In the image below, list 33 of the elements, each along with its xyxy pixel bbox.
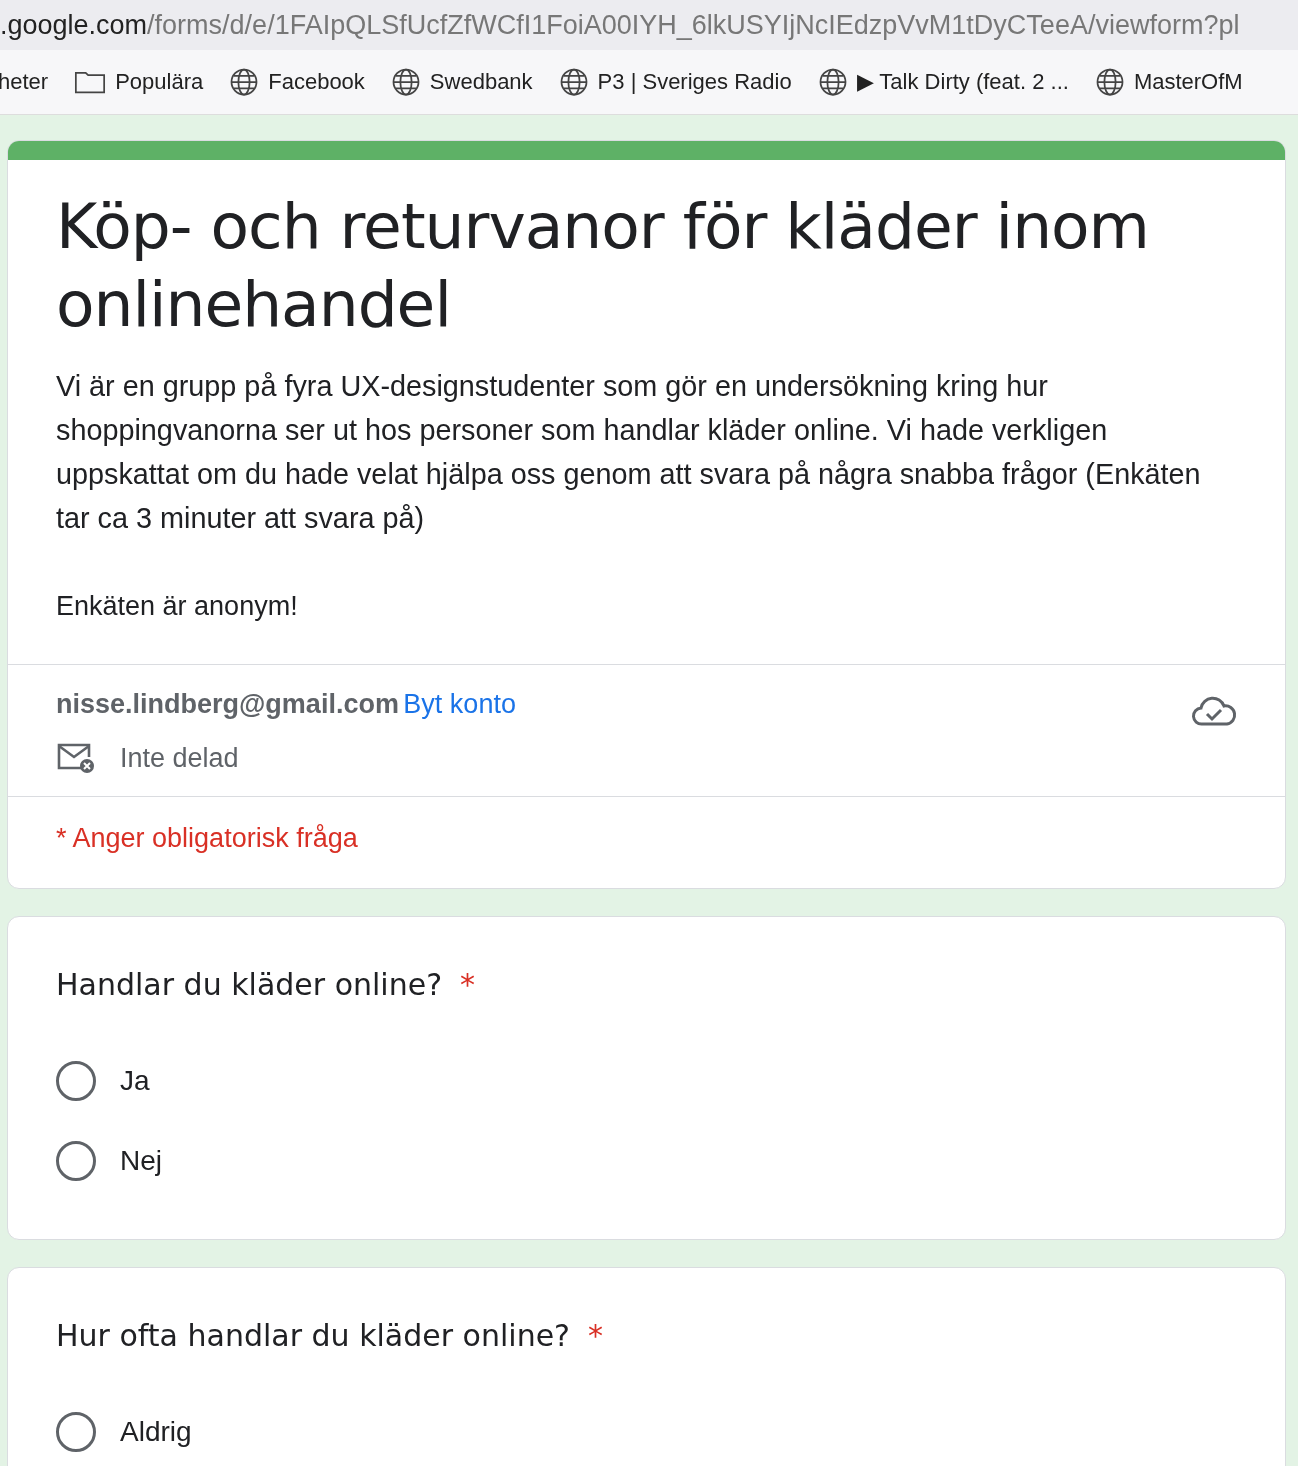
question-title: Handlar du kläder online? xyxy=(56,966,443,1004)
radio-button[interactable] xyxy=(56,1141,96,1181)
globe-icon xyxy=(558,67,589,97)
cloud-check-icon xyxy=(1191,695,1237,727)
mail-blocked-icon xyxy=(56,742,96,774)
folder-icon xyxy=(74,69,107,95)
bookmark-link[interactable]: Swedbank xyxy=(429,69,533,95)
option-label: Nej xyxy=(120,1145,162,1177)
bookmark-link[interactable]: MasterOfM xyxy=(1133,69,1243,95)
sharing-status: Inte delad xyxy=(120,742,239,774)
option-label: Aldrig xyxy=(120,1416,192,1448)
form-description: Vi är en grupp på fyra UX-designstudenter som gör en undersökning kring hur shoppingvanorna ser ut hos personer som handlar kläder online. Vi hade verkligen uppskattat om du hade velat hjälpa oss genom att svara på några snabba frågor (Enkäten tar ca 3 minuter att svara på) xyxy=(56,369,1202,536)
globe-icon xyxy=(1094,67,1125,97)
globe-icon xyxy=(817,67,848,97)
bookmark-link[interactable]: heter xyxy=(0,69,49,95)
switch-account-link[interactable]: Byt konto xyxy=(403,689,516,719)
globe-icon xyxy=(390,67,421,97)
radio-button[interactable] xyxy=(56,1412,96,1452)
required-asterisk: * xyxy=(588,1317,604,1355)
globe-icon xyxy=(229,67,260,97)
form-title: Köp- och returvanor för kläder inom onlinehandel xyxy=(55,189,1150,343)
anonymity-note: Enkäten är anonym! xyxy=(56,590,299,623)
question-title: Hur ofta handlar du kläder online? xyxy=(56,1317,571,1355)
bookmark-link[interactable]: P3 | Sveriges Radio xyxy=(597,69,792,95)
option-label: Ja xyxy=(120,1065,150,1097)
account-email: nisse.lindberg@gmail.com xyxy=(56,689,399,719)
address-bar[interactable]: .google.com/forms/d/e/1FAIpQLSfUcfZfWCfI1FoiA00IYH_6lkUSYIjNcIEdzpVvM1tDyCTeeA/viewform?pl xyxy=(0,0,1298,50)
bookmark-link[interactable]: Facebook xyxy=(268,69,365,95)
required-asterisk: * xyxy=(460,966,476,1004)
required-note: * Anger obligatorisk fråga xyxy=(8,796,1285,888)
bookmark-link[interactable]: ▶ Talk Dirty (feat. 2 ... xyxy=(856,69,1069,95)
radio-button[interactable] xyxy=(56,1061,96,1101)
bookmark-link[interactable]: Populära xyxy=(115,69,204,95)
